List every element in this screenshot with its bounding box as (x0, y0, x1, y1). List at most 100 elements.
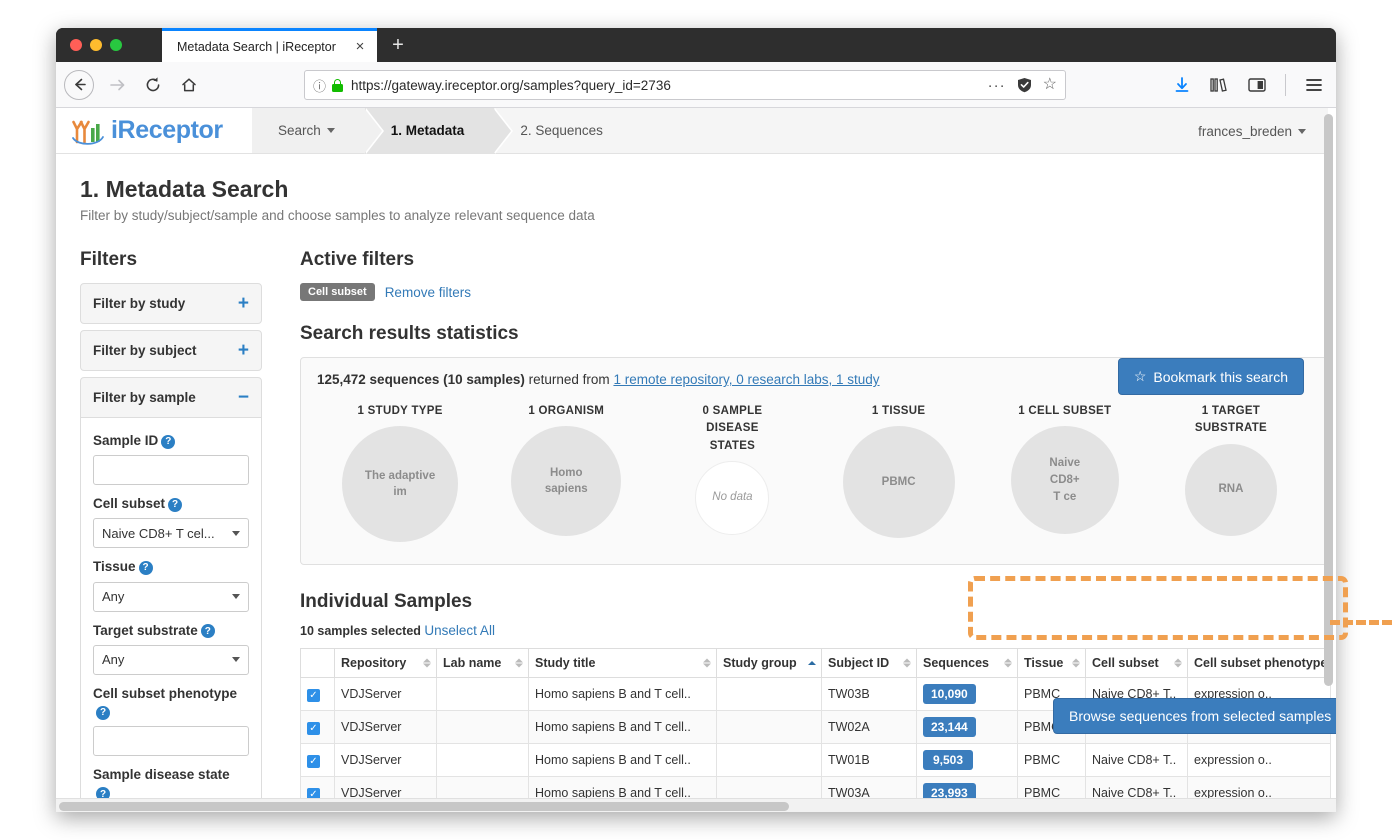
column-header-sequences[interactable]: Sequences (916, 648, 1018, 679)
sort-icon[interactable] (903, 658, 911, 669)
sort-icon[interactable] (423, 658, 431, 669)
help-icon[interactable]: ? (161, 434, 176, 449)
stats-bubbles: 1 STUDY TYPE The adaptive im 1 ORGANISM (317, 403, 1314, 543)
cell-study-group (716, 677, 822, 712)
maximize-window-button[interactable] (110, 39, 122, 51)
help-icon[interactable]: ? (168, 497, 183, 512)
back-icon[interactable] (64, 69, 94, 100)
chevron-down-icon (232, 530, 240, 536)
plus-icon[interactable]: + (238, 294, 249, 313)
cell-subset-phenotype-input[interactable] (93, 726, 249, 757)
column-label: Study title (535, 656, 596, 671)
menu-icon[interactable] (1304, 77, 1324, 93)
close-tab-icon[interactable]: × (347, 34, 373, 60)
minus-icon[interactable]: − (238, 388, 249, 407)
stats-heading: Search results statistics (300, 323, 519, 344)
breadcrumb: Search 1. Metadata 2. Sequences (252, 108, 633, 154)
sort-icon[interactable] (1174, 658, 1182, 669)
chevron-down-icon (1298, 128, 1306, 134)
filters-heading: Filters (80, 249, 138, 270)
column-header-select[interactable] (300, 648, 335, 679)
window-controls[interactable] (70, 39, 122, 51)
sort-icon[interactable] (703, 658, 711, 669)
minimize-window-button[interactable] (90, 39, 102, 51)
sample-id-input[interactable] (93, 455, 249, 486)
bookmark-this-search-button[interactable]: ☆ Bookmark this search (1117, 358, 1304, 395)
nav-search-dropdown[interactable]: Search (252, 108, 384, 154)
help-icon[interactable]: ? (200, 624, 215, 639)
column-header-subject-id[interactable]: Subject ID (821, 648, 917, 679)
row-checkbox-cell[interactable]: ✓ (300, 710, 335, 745)
site-logo[interactable]: iReceptor (56, 108, 252, 153)
table-row[interactable]: ✓ VDJServer Homo sapiens B and T cell.. … (300, 743, 1331, 778)
column-label: Sequences (923, 656, 990, 671)
active-filter-tag[interactable]: Cell subset (300, 283, 375, 301)
bookmark-button-wrap: ☆ Bookmark this search (1117, 358, 1304, 395)
accordion-filter-by-study[interactable]: Filter by study + (80, 283, 262, 324)
sort-icon-active[interactable] (808, 660, 816, 666)
row-checkbox[interactable]: ✓ (307, 755, 320, 768)
accordion-header[interactable]: Filter by sample − (81, 378, 261, 417)
horizontal-scrollbar-thumb[interactable] (59, 802, 789, 811)
row-checkbox[interactable]: ✓ (307, 689, 320, 702)
accordion-filter-by-sample[interactable]: Filter by sample − Sample ID? Cell subse… (80, 377, 262, 812)
user-menu[interactable]: frances_breden (1198, 108, 1306, 154)
bookmark-star-icon[interactable]: ☆ (1043, 77, 1057, 93)
horizontal-scrollbar-track[interactable] (56, 798, 1336, 812)
column-header-tissue[interactable]: Tissue (1017, 648, 1086, 679)
reload-icon[interactable] (136, 68, 170, 102)
home-icon[interactable] (172, 68, 206, 102)
sidebar-icon[interactable] (1247, 76, 1267, 94)
row-checkbox-cell[interactable]: ✓ (300, 677, 335, 712)
remove-filters-link[interactable]: Remove filters (385, 285, 471, 300)
accordion-label: Filter by sample (93, 390, 196, 405)
column-header-study-group[interactable]: Study group (716, 648, 822, 679)
cell-subset-select[interactable]: Naive CD8+ T cel... (93, 518, 249, 549)
row-checkbox-cell[interactable]: ✓ (300, 743, 335, 778)
library-icon[interactable] (1209, 76, 1229, 94)
unselect-all-link[interactable]: Unselect All (424, 623, 495, 638)
tissue-select[interactable]: Any (93, 581, 249, 612)
samples-heading: Individual Samples (300, 591, 473, 613)
help-icon[interactable]: ? (138, 561, 153, 576)
field-label-text: Sample disease state (93, 767, 230, 783)
stats-summary-link[interactable]: 1 remote repository, 0 research labs, 1 … (613, 372, 879, 387)
page-actions-icon[interactable]: ··· (988, 78, 1006, 93)
column-header-cell-subset-phenotype[interactable]: Cell subset phenotype (1187, 648, 1331, 679)
nav-step-sequences[interactable]: 2. Sequences (494, 108, 633, 153)
plus-icon[interactable]: + (238, 341, 249, 360)
column-header-lab-name[interactable]: Lab name (436, 648, 529, 679)
accordion-filter-by-subject[interactable]: Filter by subject + (80, 330, 262, 371)
column-header-cell-subset[interactable]: Cell subset (1085, 648, 1188, 679)
page-subtitle: Filter by study/subject/sample and choos… (80, 208, 595, 223)
download-icon[interactable] (1173, 76, 1191, 94)
browse-sequences-button[interactable]: Browse sequences from selected samples → (1053, 698, 1336, 734)
chevron-down-icon (232, 657, 240, 663)
url-bar[interactable]: ⓘ https://gateway.ireceptor.org/samples?… (304, 70, 1066, 100)
sort-icon[interactable] (1072, 658, 1080, 669)
field-tissue: Tissue? Any (93, 558, 249, 612)
field-label-text: Cell subset (93, 496, 166, 512)
browser-tab[interactable]: Metadata Search | iReceptor × (162, 28, 377, 62)
target-substrate-select[interactable]: Any (93, 644, 249, 675)
accordion-header[interactable]: Filter by subject + (81, 331, 261, 370)
accordion-header[interactable]: Filter by study + (81, 284, 261, 323)
cell-subject-id: TW02A (821, 710, 917, 745)
stat-bubble-label: 0 SAMPLE DISEASE STATES (702, 405, 763, 452)
stat-bubble-text: PBMC (881, 475, 916, 488)
sort-icon[interactable] (515, 658, 523, 669)
select-value: Naive CD8+ T cel... (102, 525, 215, 541)
vertical-scrollbar[interactable] (1324, 114, 1333, 686)
sort-icon[interactable] (1004, 658, 1012, 669)
field-label: Cell subset? (93, 495, 249, 513)
new-tab-icon[interactable]: + (386, 33, 410, 57)
nav-step-metadata[interactable]: 1. Metadata (364, 108, 514, 154)
column-header-repository[interactable]: Repository (334, 648, 437, 679)
help-icon[interactable]: ? (96, 705, 110, 720)
row-checkbox[interactable]: ✓ (307, 722, 320, 735)
column-header-study-title[interactable]: Study title (528, 648, 717, 679)
close-window-button[interactable] (70, 39, 82, 51)
shield-icon[interactable] (1017, 77, 1032, 93)
site-info-icon[interactable]: ⓘ (313, 76, 326, 95)
browser-titlebar: Metadata Search | iReceptor × + (56, 28, 1336, 62)
